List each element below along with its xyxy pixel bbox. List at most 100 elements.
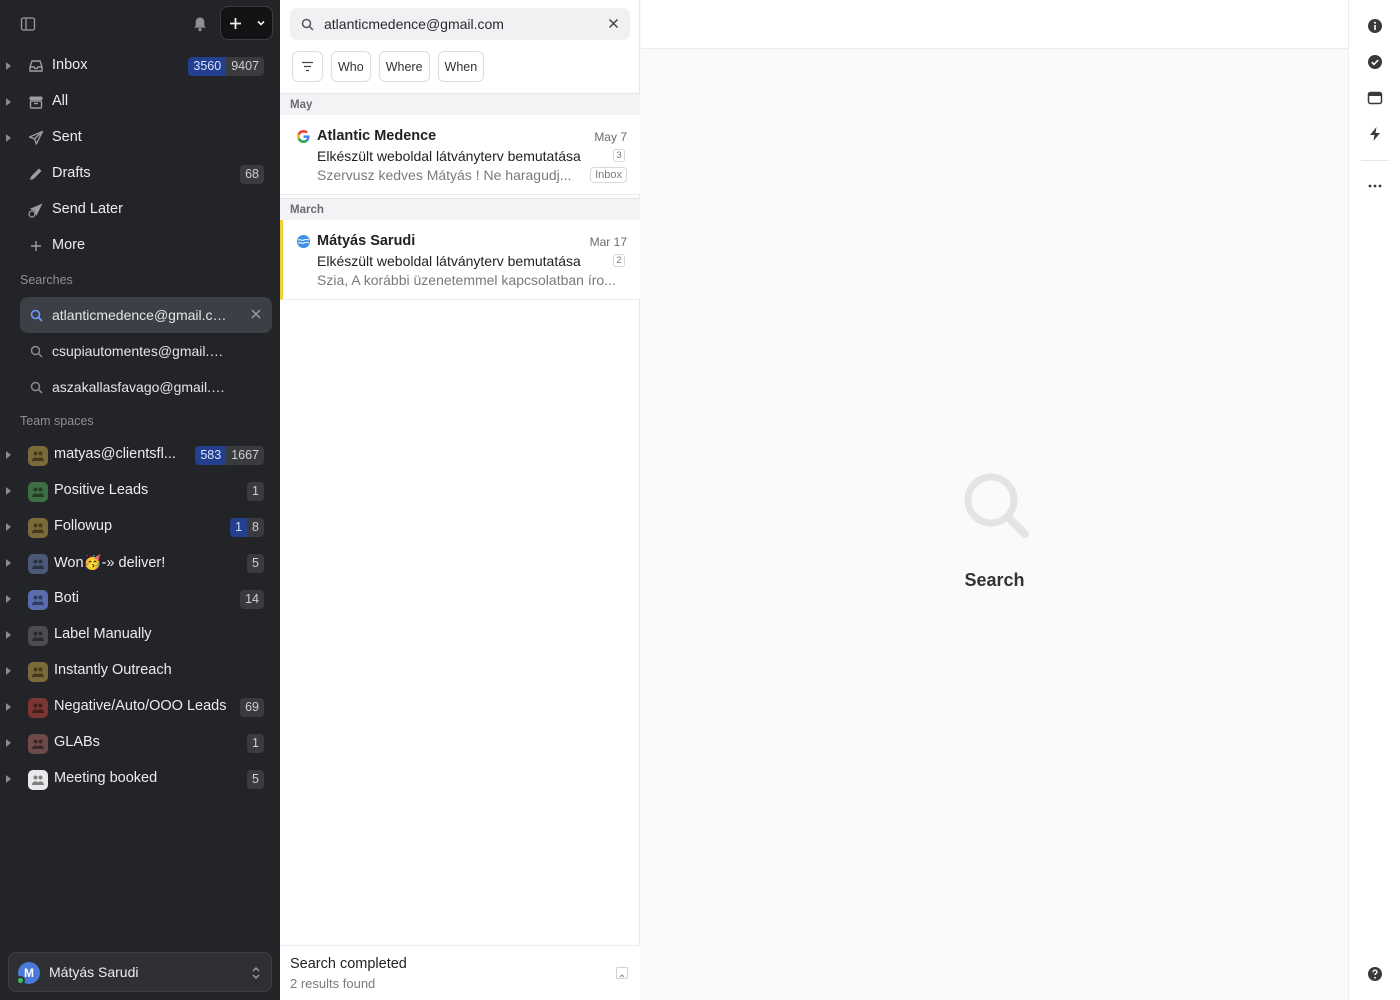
count-badge: 5 <box>247 770 264 789</box>
team-space-item[interactable]: Boti 14 <box>0 581 280 617</box>
expand-triangle-icon[interactable] <box>6 667 11 675</box>
rail-divider <box>1361 160 1389 161</box>
sidebar-item-label: Drafts <box>52 165 91 181</box>
check-circle-icon[interactable] <box>1367 54 1383 70</box>
search-result-count: 2 results found <box>290 976 376 991</box>
team-space-label: Boti <box>54 590 79 606</box>
thread-count-badge: 3 <box>613 149 625 162</box>
team-space-label: Negative/Auto/OOO Leads <box>54 698 227 714</box>
team-space-label: Instantly Outreach <box>54 662 172 678</box>
clear-search-icon[interactable] <box>608 18 619 29</box>
message-row[interactable]: Mátyás Sarudi Mar 17 Elkészült weboldal … <box>280 220 640 300</box>
window-icon[interactable] <box>1367 90 1383 106</box>
sidebar-toggle-icon[interactable] <box>20 16 36 32</box>
message-list-pane: atlanticmedence@gmail.com Who Where When… <box>280 0 640 1000</box>
filter-where-button[interactable]: Where <box>378 51 430 82</box>
count-badge: 14 <box>240 590 264 609</box>
count-badge: 1 <box>247 734 264 753</box>
saved-search-label: atlanticmedence@gmail.com <box>52 307 227 323</box>
chevron-down-icon[interactable] <box>250 7 272 39</box>
send-later-icon <box>28 202 44 218</box>
sidebar-item-more[interactable]: More <box>0 228 280 264</box>
message-row[interactable]: Atlantic Medence May 7 Elkészült webolda… <box>280 115 640 195</box>
chevron-up-down-icon <box>252 967 260 979</box>
total-count: 5 <box>247 770 264 789</box>
team-people-icon <box>28 518 48 538</box>
expand-triangle-icon[interactable] <box>6 775 11 783</box>
team-people-icon <box>28 698 48 718</box>
search-icon <box>964 473 1029 538</box>
collapse-icon[interactable] <box>616 967 628 979</box>
compose-plus-icon[interactable] <box>221 7 250 39</box>
archive-icon <box>28 94 44 110</box>
unread-count: 3560 <box>188 57 227 76</box>
team-space-item[interactable]: Instantly Outreach <box>0 653 280 689</box>
saved-search-item[interactable]: csupiautomentes@gmail.com <box>20 333 272 369</box>
team-people-icon <box>28 482 48 502</box>
search-input[interactable]: atlanticmedence@gmail.com <box>290 8 630 40</box>
saved-search-item[interactable]: atlanticmedence@gmail.com <box>20 297 272 333</box>
expand-triangle-icon[interactable] <box>6 98 11 106</box>
message-subject: Elkészült weboldal látványterv bemutatás… <box>317 253 581 269</box>
count-badge: 18 <box>230 518 264 537</box>
expand-triangle-icon[interactable] <box>6 134 11 142</box>
message-preview: Szervusz kedves Mátyás ! Ne haragudj... <box>317 167 572 183</box>
saved-search-item[interactable]: aszakallasfavago@gmail.com <box>20 369 272 405</box>
team-space-item[interactable]: GLABs 1 <box>0 725 280 761</box>
message-preview: Szia, A korábbi üzenetemmel kapcsolatban… <box>317 272 616 288</box>
team-people-icon <box>28 590 48 610</box>
date-group-header: March <box>280 198 640 220</box>
searches-section-title: Searches <box>20 273 73 287</box>
filter-options-button[interactable] <box>292 51 323 82</box>
team-space-item[interactable]: matyas@clientsfl... 583 1667 <box>0 437 280 473</box>
lightning-icon[interactable] <box>1367 126 1383 142</box>
expand-triangle-icon[interactable] <box>6 739 11 747</box>
expand-triangle-icon[interactable] <box>6 703 11 711</box>
team-space-item[interactable]: Won🥳-» deliver! 5 <box>0 545 280 581</box>
expand-triangle-icon[interactable] <box>6 631 11 639</box>
sidebar-item-inbox[interactable]: Inbox 3560 9407 <box>0 48 280 84</box>
saved-search-label: aszakallasfavago@gmail.com <box>52 379 227 395</box>
sidebar-item-sent[interactable]: Sent <box>0 120 280 156</box>
total-count: 1667 <box>226 446 264 465</box>
search-icon <box>30 309 43 322</box>
help-icon[interactable] <box>1367 966 1383 982</box>
account-switcher[interactable]: M Mátyás Sarudi <box>8 952 272 992</box>
team-people-icon <box>28 446 48 466</box>
team-space-item[interactable]: Positive Leads 1 <box>0 473 280 509</box>
search-icon <box>30 345 43 358</box>
count-badge: 583 1667 <box>195 446 264 465</box>
team-space-item[interactable]: Label Manually <box>0 617 280 653</box>
expand-triangle-icon[interactable] <box>6 595 11 603</box>
team-spaces-section-title: Team spaces <box>20 414 94 428</box>
compose-button[interactable] <box>220 6 273 40</box>
info-icon[interactable] <box>1367 18 1383 34</box>
date-group-header: May <box>280 93 640 115</box>
expand-triangle-icon[interactable] <box>6 451 11 459</box>
expand-triangle-icon[interactable] <box>6 62 11 70</box>
total-count: 1 <box>247 734 264 753</box>
team-space-item[interactable]: Negative/Auto/OOO Leads 69 <box>0 689 280 725</box>
team-space-item[interactable]: Followup 1 8 <box>0 509 280 545</box>
close-icon[interactable] <box>250 308 262 320</box>
sidebar-item-label: More <box>52 237 86 253</box>
team-space-label: Positive Leads <box>54 482 149 498</box>
bell-icon[interactable] <box>191 15 209 33</box>
more-horizontal-icon[interactable] <box>1367 178 1383 194</box>
expand-triangle-icon[interactable] <box>6 487 11 495</box>
sidebar-item-send-later[interactable]: Send Later <box>0 192 280 228</box>
count-badge: 68 <box>240 165 264 184</box>
filter-when-button[interactable]: When <box>437 51 485 82</box>
sidebar-item-all[interactable]: All <box>0 84 280 120</box>
search-input-value[interactable]: atlanticmedence@gmail.com <box>324 16 504 32</box>
right-rail <box>1348 0 1400 1000</box>
sidebar-item-drafts[interactable]: Drafts 68 <box>0 156 280 192</box>
online-status-dot <box>16 976 25 985</box>
expand-triangle-icon[interactable] <box>6 523 11 531</box>
filter-who-button[interactable]: Who <box>331 51 371 82</box>
expand-triangle-icon[interactable] <box>6 559 11 567</box>
team-space-item[interactable]: Meeting booked 5 <box>0 761 280 797</box>
message-sender: Atlantic Medence <box>317 128 437 144</box>
folder-tag: Inbox <box>590 167 627 183</box>
plus-icon <box>28 238 44 254</box>
